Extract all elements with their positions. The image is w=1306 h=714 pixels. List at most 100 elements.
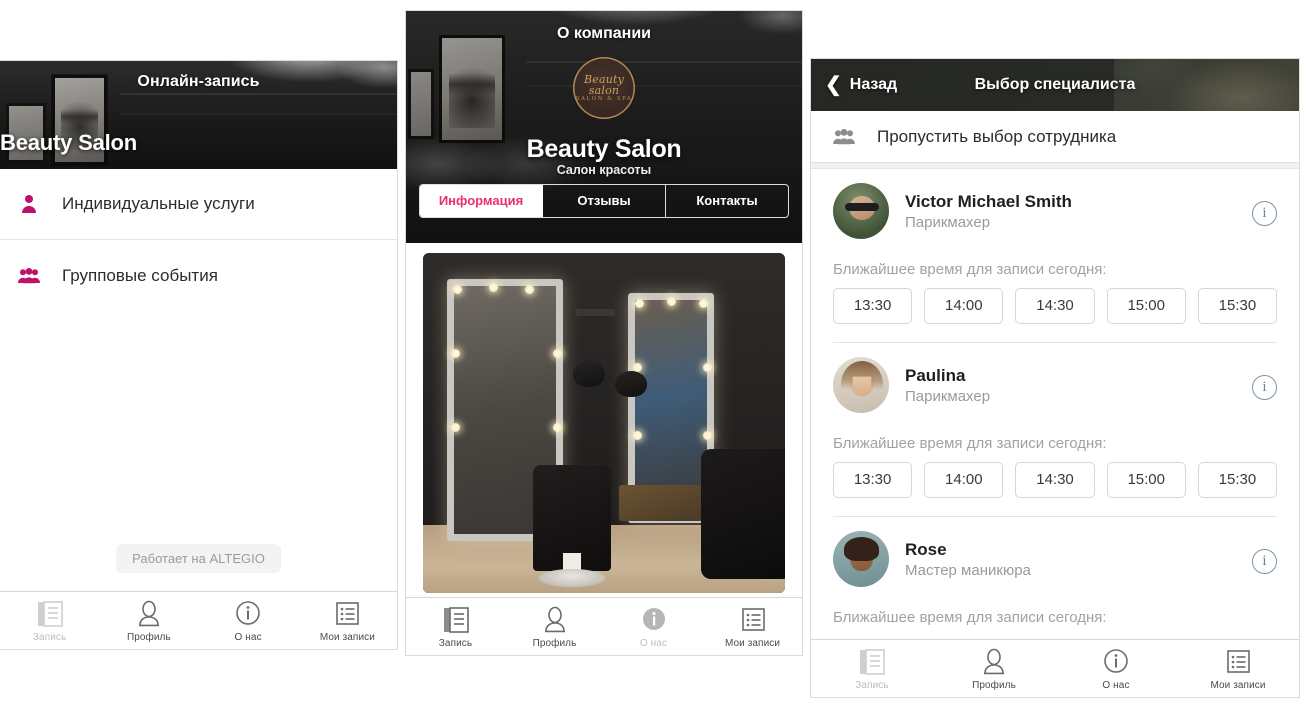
tab-label: Мои записи bbox=[319, 632, 375, 643]
avatar bbox=[833, 183, 889, 239]
company-logo: Beauty salon SALON & SPA bbox=[573, 57, 635, 119]
menu-item-label: Индивидуальные услуги bbox=[62, 194, 255, 213]
panel2-brand: Beauty Salon bbox=[526, 135, 682, 163]
tab-label: Мои записи bbox=[1210, 680, 1266, 691]
panel1-hero: Онлайн-запись Beauty Salon bbox=[0, 61, 397, 169]
skip-label: Пропустить выбор сотрудника bbox=[877, 126, 1117, 146]
panel3-tabbar: Запись Профиль О нас Мои записи bbox=[811, 639, 1299, 697]
tab-label: Профиль bbox=[972, 680, 1016, 691]
tab-o-nas[interactable]: О нас bbox=[604, 598, 703, 655]
time-slot[interactable]: 15:30 bbox=[1197, 288, 1278, 324]
tab-label: О нас bbox=[234, 632, 262, 643]
photo-hairdryer bbox=[615, 371, 647, 397]
profile-icon bbox=[981, 647, 1007, 677]
group-people-icon bbox=[833, 128, 855, 145]
photo-wall-shelf bbox=[575, 309, 615, 316]
gallery-photo-barbershop[interactable] bbox=[423, 253, 785, 593]
logo-subtext: SALON & SPA bbox=[575, 95, 633, 102]
about-content bbox=[406, 243, 802, 597]
specialist-card[interactable]: Paulina Парикмахер i Ближайшее время для… bbox=[811, 343, 1299, 517]
photo-bulb bbox=[525, 285, 534, 294]
tab-profil[interactable]: Профиль bbox=[933, 640, 1055, 697]
list-icon bbox=[740, 605, 766, 635]
specialist-card[interactable]: Victor Michael Smith Парикмахер i Ближай… bbox=[811, 169, 1299, 343]
powered-by-badge: Работает на ALTEGIO bbox=[116, 544, 281, 573]
tab-o-nas[interactable]: О нас bbox=[199, 592, 298, 649]
time-slot[interactable]: 14:30 bbox=[1015, 288, 1095, 324]
document-icon bbox=[37, 599, 63, 629]
time-slot[interactable]: 14:00 bbox=[924, 462, 1004, 498]
time-slot[interactable]: 15:00 bbox=[1106, 462, 1186, 498]
tab-zapis[interactable]: Запись bbox=[406, 598, 505, 655]
time-slot[interactable]: 13:30 bbox=[833, 288, 913, 324]
info-button[interactable]: i bbox=[1252, 375, 1277, 400]
panel2-title: О компании bbox=[557, 25, 651, 42]
specialist-name: Paulina bbox=[905, 365, 966, 385]
tab-otzyvy[interactable]: Отзывы bbox=[543, 185, 666, 217]
tab-moi-zapisi[interactable]: Мои записи bbox=[703, 598, 802, 655]
specialist-role: Мастер маникюра bbox=[905, 561, 1031, 579]
photo-bulb bbox=[489, 283, 498, 292]
back-label: Назад bbox=[849, 76, 898, 93]
avatar bbox=[833, 357, 889, 413]
info-button[interactable]: i bbox=[1252, 549, 1277, 574]
time-slot[interactable]: 15:00 bbox=[1106, 288, 1186, 324]
time-slot[interactable]: 15:30 bbox=[1197, 462, 1278, 498]
tab-moi-zapisi[interactable]: Мои записи bbox=[298, 592, 397, 649]
photo-bulb bbox=[553, 423, 562, 432]
logo-text: Beauty salon bbox=[583, 72, 625, 98]
menu-item-group-events[interactable]: Групповые события bbox=[0, 240, 397, 311]
specialists-scroll-area[interactable]: Пропустить выбор сотрудника Victor Micha… bbox=[811, 111, 1299, 639]
slots-label: Ближайшее время для записи сегодня: bbox=[833, 609, 1107, 626]
list-icon bbox=[1225, 647, 1251, 677]
photo-chair-base bbox=[539, 569, 605, 587]
slots-label: Ближайшее время для записи сегодня: bbox=[833, 261, 1107, 278]
skip-specialist-row[interactable]: Пропустить выбор сотрудника bbox=[811, 111, 1299, 163]
back-button[interactable]: ❮ Назад bbox=[825, 59, 897, 111]
single-person-icon bbox=[18, 194, 40, 214]
time-slot-list: 13:30 14:00 14:30 15:00 15:30 bbox=[833, 288, 1278, 324]
time-slot[interactable]: 13:30 bbox=[833, 462, 913, 498]
photo-bulb bbox=[451, 349, 460, 358]
about-company-panel: О компании Beauty salon SALON & SPA Beau… bbox=[405, 10, 803, 656]
tab-label: Профиль bbox=[532, 638, 577, 649]
panel2-subtitle: Салон красоты bbox=[556, 163, 652, 177]
info-button[interactable]: i bbox=[1252, 201, 1277, 226]
photo-bulb bbox=[635, 299, 644, 308]
time-slot[interactable]: 14:30 bbox=[1015, 462, 1095, 498]
tab-label: О нас bbox=[1102, 680, 1130, 691]
powered-by-footer: Работает на ALTEGIO bbox=[0, 532, 397, 591]
booking-menu-list: Индивидуальные услуги Групповые события bbox=[0, 169, 397, 532]
tab-label: Запись bbox=[438, 638, 473, 649]
list-icon bbox=[334, 599, 360, 629]
tab-label: Запись bbox=[32, 632, 67, 643]
specialist-card[interactable]: Rose Мастер маникюра i Ближайшее время д… bbox=[811, 517, 1299, 626]
tab-informaciya[interactable]: Информация bbox=[420, 185, 543, 217]
menu-item-individual-services[interactable]: Индивидуальные услуги bbox=[0, 169, 397, 240]
specialist-name: Victor Michael Smith bbox=[905, 191, 1072, 211]
panel3-header: ❮ Назад Выбор специалиста bbox=[811, 59, 1299, 111]
menu-item-label: Групповые события bbox=[62, 265, 218, 285]
tab-label: О нас bbox=[639, 638, 668, 649]
tab-profil[interactable]: Профиль bbox=[505, 598, 604, 655]
photo-bulb bbox=[451, 423, 460, 432]
photo-bulb bbox=[453, 285, 462, 294]
profile-icon bbox=[136, 599, 162, 629]
tab-zapis[interactable]: Запись bbox=[811, 640, 933, 697]
panel1-tabbar: Запись Профиль О нас Мои записи bbox=[0, 591, 397, 649]
photo-bulb bbox=[703, 431, 712, 440]
photo-barber-chair-right bbox=[701, 449, 785, 579]
tab-o-nas[interactable]: О нас bbox=[1055, 640, 1177, 697]
tab-kontakty[interactable]: Контакты bbox=[666, 185, 788, 217]
photo-bulb bbox=[703, 363, 712, 372]
panel1-title: Онлайн-запись bbox=[137, 73, 260, 90]
tab-profil[interactable]: Профиль bbox=[99, 592, 198, 649]
tab-zapis[interactable]: Запись bbox=[0, 592, 99, 649]
about-tabs: Информация Отзывы Контакты bbox=[419, 184, 789, 218]
tab-moi-zapisi[interactable]: Мои записи bbox=[1177, 640, 1299, 697]
specialist-role: Парикмахер bbox=[905, 387, 991, 405]
specialist-header: Rose Мастер маникюра bbox=[833, 531, 1277, 587]
time-slot[interactable]: 14:00 bbox=[924, 288, 1004, 324]
time-slot-list: 13:30 14:00 14:30 15:00 15:30 bbox=[833, 462, 1278, 498]
avatar bbox=[833, 531, 889, 587]
